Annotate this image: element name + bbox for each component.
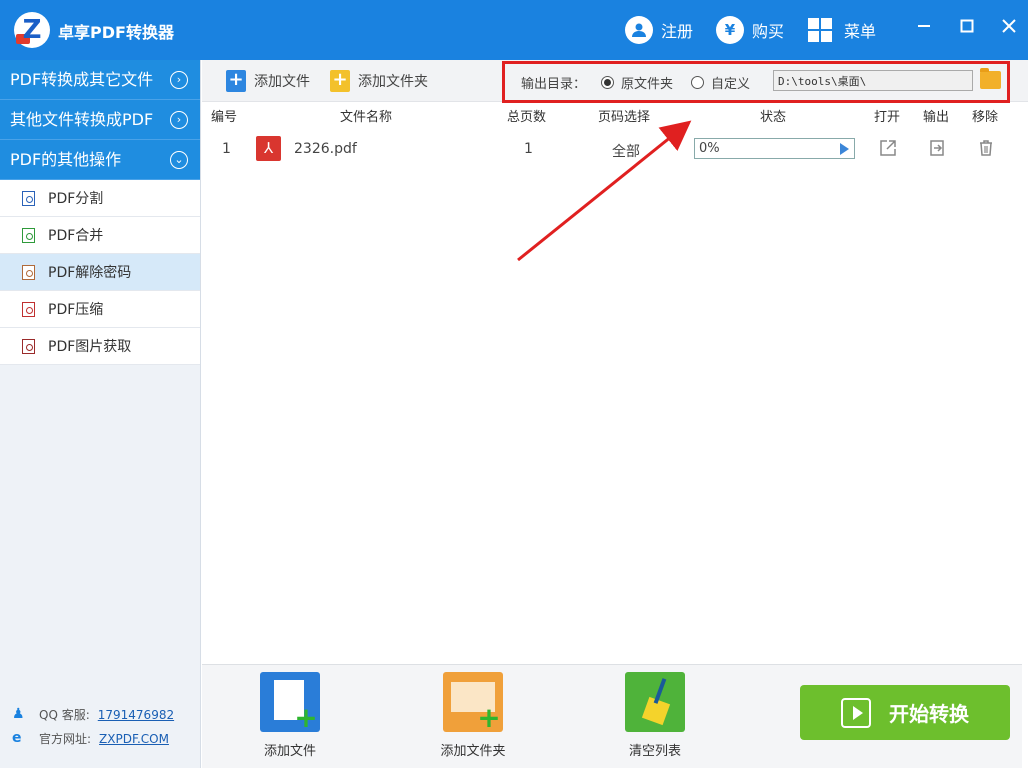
- output-path-field[interactable]: D:\tools\桌面\: [773, 70, 973, 91]
- add-file-toolbar-button[interactable]: 添加文件: [226, 69, 310, 92]
- row-progress-bar: 0%: [694, 138, 855, 159]
- official-site-link[interactable]: ZXPDF.COM: [99, 732, 169, 746]
- browse-folder-icon[interactable]: [980, 68, 1001, 89]
- buy-label: 购买: [752, 22, 785, 41]
- start-convert-button[interactable]: 开始转换: [800, 685, 1010, 740]
- row-filename: 2326.pdf: [294, 141, 357, 157]
- category-label: PDF转换成其它文件: [10, 70, 154, 89]
- category-label: 其他文件转换成PDF: [10, 110, 154, 129]
- maximize-button[interactable]: [953, 12, 981, 40]
- register-label: 注册: [661, 22, 694, 41]
- category-pdf-other-ops[interactable]: PDF的其他操作 ⌄: [0, 140, 200, 180]
- add-file-label: 添加文件: [254, 74, 310, 90]
- add-file-large-icon: +: [260, 672, 320, 732]
- output-dir-label: 输出目录：: [521, 77, 587, 92]
- col-status: 状态: [760, 110, 787, 125]
- register-button[interactable]: 注册: [625, 14, 693, 46]
- sidebar-item-label: PDF图片获取: [48, 339, 132, 355]
- category-other-to-pdf[interactable]: 其他文件转换成PDF ›: [0, 100, 200, 140]
- sidebar-item-label: PDF压缩: [48, 302, 104, 318]
- title-bar: 卓享PDF转换器 注册 ¥ 购买 菜单: [0, 0, 1028, 60]
- row-index: 1: [222, 141, 231, 157]
- radio-custom[interactable]: 自定义: [691, 73, 750, 92]
- radio-unselected-icon: [691, 76, 704, 89]
- sidebar-item-pdf-split[interactable]: PDF分割: [0, 180, 200, 217]
- qq-support: ♟ QQ 客服: 1791476982: [12, 706, 174, 723]
- annotation-arrow: [517, 120, 692, 262]
- browser-e-icon: e: [12, 730, 22, 746]
- col-open: 打开: [874, 110, 901, 125]
- minimize-button[interactable]: [910, 12, 938, 40]
- official-site-label: 官方网址:: [39, 732, 92, 746]
- play-icon[interactable]: [840, 143, 849, 155]
- add-file-button-label: 添加文件: [263, 744, 316, 759]
- chevron-right-icon: ›: [170, 111, 188, 129]
- yen-icon: ¥: [716, 16, 744, 44]
- qq-penguin-icon: ♟: [12, 706, 25, 722]
- pdf-file-icon: [256, 136, 281, 161]
- col-remove: 移除: [972, 110, 999, 125]
- add-folder-button[interactable]: + 添加文件夹: [423, 672, 523, 759]
- progress-text: 0%: [699, 141, 720, 156]
- sidebar-item-pdf-unlock[interactable]: PDF解除密码: [0, 254, 200, 291]
- official-site: e 官方网址: ZXPDF.COM: [12, 730, 169, 747]
- sidebar-item-pdf-merge[interactable]: PDF合并: [0, 217, 200, 254]
- sidebar-item-pdf-compress[interactable]: PDF压缩: [0, 291, 200, 328]
- add-folder-large-icon: +: [443, 672, 503, 732]
- category-pdf-to-other[interactable]: PDF转换成其它文件 ›: [0, 60, 200, 100]
- col-filename: 文件名称: [340, 110, 393, 125]
- col-index: 编号: [211, 110, 238, 125]
- add-file-icon: [226, 69, 246, 92]
- pdf-merge-icon: [22, 227, 35, 243]
- sidebar: PDF转换成其它文件 › 其他文件转换成PDF › PDF的其他操作 ⌄ PDF…: [0, 60, 201, 768]
- trash-icon[interactable]: [977, 139, 995, 157]
- sidebar-item-label: PDF合并: [48, 228, 104, 244]
- radio-original-folder[interactable]: 原文件夹: [601, 73, 673, 92]
- add-folder-label: 添加文件夹: [358, 74, 428, 90]
- output-file-icon[interactable]: [928, 139, 946, 157]
- open-external-icon[interactable]: [879, 139, 897, 157]
- clear-list-button[interactable]: 清空列表: [605, 672, 705, 759]
- user-icon: [625, 16, 653, 44]
- pdf-split-icon: [22, 190, 35, 206]
- add-file-button[interactable]: + 添加文件: [240, 672, 340, 759]
- pdf-compress-icon: [22, 301, 35, 317]
- radio-selected-icon: [601, 76, 614, 89]
- close-icon: [1002, 19, 1016, 33]
- menu-button[interactable]: 菜单: [808, 14, 876, 46]
- radio-original-label: 原文件夹: [621, 77, 674, 92]
- buy-button[interactable]: ¥ 购买: [716, 14, 784, 46]
- category-label: PDF的其他操作: [10, 150, 122, 169]
- chevron-right-icon: ›: [170, 71, 188, 89]
- pdf-image-icon: [22, 338, 35, 354]
- sidebar-item-pdf-image-extract[interactable]: PDF图片获取: [0, 328, 200, 365]
- col-output: 输出: [923, 110, 950, 125]
- maximize-icon: [960, 19, 974, 33]
- radio-custom-label: 自定义: [711, 77, 751, 92]
- pdf-unlock-icon: [22, 264, 35, 280]
- add-folder-icon: [330, 69, 350, 92]
- qq-support-label: QQ 客服:: [39, 708, 90, 722]
- add-folder-button-label: 添加文件夹: [440, 744, 506, 759]
- menu-label: 菜单: [844, 22, 877, 41]
- sidebar-item-label: PDF分割: [48, 191, 104, 207]
- clear-list-label: 清空列表: [628, 744, 681, 759]
- qq-number-link[interactable]: 1791476982: [98, 708, 174, 722]
- app-title: 卓享PDF转换器: [58, 23, 174, 42]
- app-logo-icon: [14, 12, 50, 48]
- broom-icon: [625, 672, 685, 732]
- play-square-icon: [841, 697, 871, 728]
- minimize-icon: [918, 25, 930, 27]
- grid-menu-icon: [808, 18, 832, 42]
- sidebar-item-label: PDF解除密码: [48, 265, 132, 281]
- chevron-down-icon: ⌄: [170, 151, 188, 169]
- close-button[interactable]: [995, 12, 1023, 40]
- add-folder-toolbar-button[interactable]: 添加文件夹: [330, 69, 428, 92]
- start-convert-label: 开始转换: [889, 702, 969, 726]
